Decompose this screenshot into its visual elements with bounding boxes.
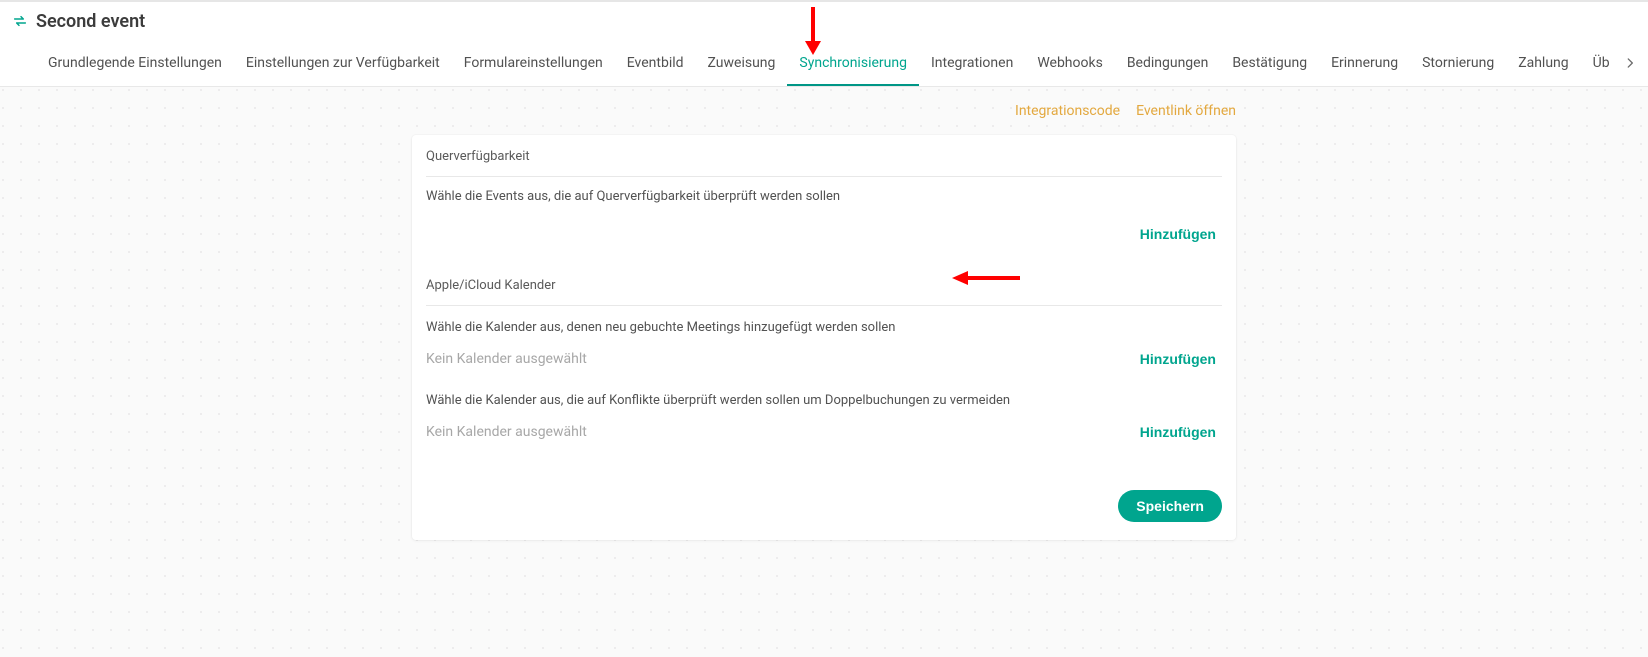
apple-add-calendar-add-button[interactable]: Hinzufügen	[1134, 347, 1222, 371]
chevron-right-icon	[1623, 56, 1637, 70]
apple-icloud-title: Apple/iCloud Kalender	[426, 278, 1222, 306]
integration-code-link[interactable]: Integrationscode	[1015, 103, 1120, 119]
tab-integrationen[interactable]: Integrationen	[919, 40, 1025, 86]
tab-zahlung[interactable]: Zahlung	[1506, 40, 1580, 86]
tab-erinnerung[interactable]: Erinnerung	[1319, 40, 1410, 86]
page-body: Integrationscode Eventlink öffnen Querve…	[0, 87, 1648, 657]
swap-icon	[12, 13, 28, 29]
tab-stornierung[interactable]: Stornierung	[1410, 40, 1506, 86]
tab-einstellungen-zur-verf-gbarkeit[interactable]: Einstellungen zur Verfügbarkeit	[234, 40, 452, 86]
tab-bedingungen[interactable]: Bedingungen	[1115, 40, 1221, 86]
apple-icloud-title-text: Apple/iCloud Kalender	[426, 278, 556, 293]
tabs-scroller: Grundlegende EinstellungenEinstellungen …	[36, 40, 1612, 86]
cross-availability-help: Wähle die Events aus, die auf Querverfüg…	[426, 189, 1222, 204]
event-title: Second event	[36, 11, 145, 32]
annotation-arrow-left	[952, 267, 1022, 289]
apple-conflict-calendar-help: Wähle die Kalender aus, die auf Konflikt…	[426, 393, 1222, 408]
tab-eventbild[interactable]: Eventbild	[615, 40, 696, 86]
cross-availability-title: Querverfügbarkeit	[426, 149, 1222, 177]
tab-formulareinstellungen[interactable]: Formulareinstellungen	[452, 40, 615, 86]
tab-zuweisung[interactable]: Zuweisung	[696, 40, 788, 86]
tabs-scroll-right[interactable]	[1616, 40, 1644, 86]
tab-webhooks[interactable]: Webhooks	[1025, 40, 1115, 86]
tab-grundlegende-einstellungen[interactable]: Grundlegende Einstellungen	[36, 40, 234, 86]
tab-b[interactable]: Üb	[1581, 40, 1612, 86]
tab-synchronisierung[interactable]: Synchronisierung	[787, 40, 919, 86]
apple-conflict-calendar-add-button[interactable]: Hinzufügen	[1134, 420, 1222, 444]
tabs-bar: Grundlegende EinstellungenEinstellungen …	[0, 40, 1648, 87]
apple-conflict-calendar-empty: Kein Kalender ausgewählt	[426, 424, 587, 440]
event-header: Second event	[0, 0, 1648, 40]
apple-add-calendar-help: Wähle die Kalender aus, denen neu gebuch…	[426, 320, 1222, 335]
sync-card: Querverfügbarkeit Wähle die Events aus, …	[412, 135, 1236, 540]
open-event-link[interactable]: Eventlink öffnen	[1136, 103, 1236, 119]
save-button[interactable]: Speichern	[1118, 490, 1222, 522]
cross-availability-add-button[interactable]: Hinzufügen	[1134, 222, 1222, 246]
top-links: Integrationscode Eventlink öffnen	[412, 103, 1236, 119]
apple-add-calendar-empty: Kein Kalender ausgewählt	[426, 351, 587, 367]
tab-best-tigung[interactable]: Bestätigung	[1220, 40, 1319, 86]
